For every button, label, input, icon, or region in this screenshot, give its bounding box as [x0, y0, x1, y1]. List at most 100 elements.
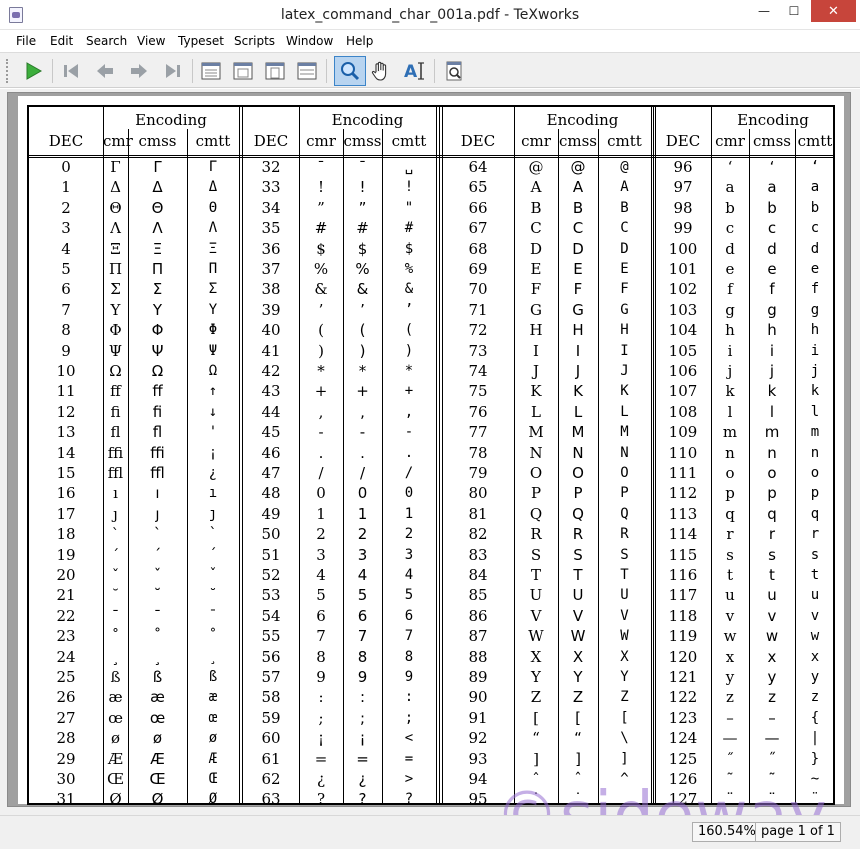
minimize-button[interactable]: — — [750, 0, 778, 22]
cmtt-column-header: cmtt — [195, 132, 231, 150]
cmss-glyph: Γ — [153, 158, 162, 176]
cmr-glyph: ` — [111, 525, 120, 544]
dec-value: 108 — [668, 402, 698, 421]
menu-typeset[interactable]: Typeset — [178, 34, 224, 48]
cmtt-glyph: ß — [208, 669, 218, 685]
dec-value: 115 — [668, 545, 698, 564]
cmtt-glyph: = — [404, 750, 414, 767]
cmtt-glyph: { — [810, 709, 820, 726]
actual-size-button[interactable] — [198, 58, 224, 84]
menu-help[interactable]: Help — [346, 34, 373, 48]
dec-value: 122 — [668, 688, 698, 707]
toolbar-separator — [52, 59, 53, 83]
menu-search[interactable]: Search — [86, 34, 127, 48]
scroll-tool-button[interactable] — [368, 58, 394, 84]
toolbar-separator — [192, 59, 193, 83]
next-page-button[interactable] — [126, 58, 152, 84]
cmss-glyph: l — [769, 402, 775, 421]
dec-value: 89 — [468, 668, 488, 686]
pdf-scroll-area[interactable]: DEC Encoding cmr cmss cmtt 0 Γ Γ Γ 1 Δ Δ Δ 2 Θ Θ Θ 3 Λ Λ Λ 4 Ξ… — [7, 92, 851, 809]
cmr-glyph: ’ — [318, 300, 324, 319]
cmss-glyph: ’ — [360, 300, 365, 319]
cmtt-glyph: U — [620, 587, 629, 604]
cmr-glyph: 7 — [316, 627, 326, 646]
cmr-glyph: D — [529, 239, 543, 258]
cmss-glyph: K — [573, 382, 583, 401]
cmr-glyph: r — [726, 525, 734, 544]
cmss-glyph: h — [767, 321, 777, 340]
cmtt-glyph: ' — [208, 424, 218, 441]
cmr-glyph: + — [314, 382, 328, 401]
cmr-glyph: æ — [108, 688, 123, 707]
toolbar-grip[interactable] — [6, 59, 10, 83]
cmr-glyph: l — [727, 402, 733, 421]
cmr-glyph: X — [530, 647, 542, 666]
dec-value: 66 — [468, 198, 488, 217]
dec-value: 62 — [261, 770, 281, 788]
fit-page-button[interactable] — [262, 58, 288, 84]
cmr-glyph: z — [726, 688, 734, 707]
dec-value: 29 — [56, 749, 76, 768]
cmtt-column-header: cmtt — [607, 132, 642, 150]
fit-width-button[interactable] — [230, 58, 256, 84]
dec-value: 54 — [261, 606, 281, 625]
cmr-glyph: c — [725, 219, 735, 238]
menu-file[interactable]: File — [16, 34, 36, 48]
dec-value: 90 — [468, 688, 488, 707]
cmr-glyph: ¸ — [111, 647, 120, 666]
cmtt-glyph: Y — [620, 669, 629, 685]
cmss-glyph: œ — [149, 708, 166, 727]
cmtt-glyph: D — [620, 240, 629, 257]
close-button[interactable]: ✕ — [811, 0, 856, 22]
prev-page-button[interactable] — [92, 58, 118, 84]
menu-scripts[interactable]: Scripts — [234, 34, 275, 48]
dec-value: 12 — [56, 402, 76, 421]
menu-view[interactable]: View — [137, 34, 165, 48]
cmr-column-header: cmr — [715, 132, 745, 150]
typeset-button[interactable] — [20, 58, 46, 84]
cmr-glyph: œ — [108, 708, 123, 727]
dec-value: 73 — [468, 341, 488, 360]
cmss-glyph: ! — [359, 178, 366, 197]
dec-value: 120 — [668, 647, 698, 666]
cmtt-glyph: - — [404, 424, 414, 441]
cmtt-glyph: z — [810, 689, 820, 706]
maximize-button[interactable]: ☐ — [780, 0, 808, 22]
select-text-tool-button[interactable]: A — [402, 58, 428, 84]
dec-value: 22 — [56, 606, 76, 625]
cmr-glyph: ¯ — [111, 606, 120, 625]
fit-window-button[interactable] — [294, 58, 320, 84]
cmtt-glyph: ¿ — [208, 465, 218, 481]
cmtt-glyph: ; — [404, 709, 414, 726]
cmr-glyph: p — [725, 484, 735, 503]
cmss-glyph: ` — [153, 525, 162, 544]
cmtt-glyph: Σ — [208, 281, 218, 298]
last-page-button[interactable] — [160, 58, 186, 84]
menu-window[interactable]: Window — [286, 34, 333, 48]
cmtt-glyph: ( — [404, 322, 414, 339]
cmtt-glyph: Æ — [208, 750, 218, 767]
goto-source-button[interactable] — [441, 58, 467, 84]
zoom-level[interactable]: 160.54% — [692, 822, 762, 842]
dec-value: 23 — [56, 627, 76, 646]
menu-bar: File Edit Search View Typeset Scripts Wi… — [0, 30, 860, 52]
cmss-glyph: T — [573, 566, 583, 584]
cmr-glyph: i — [727, 341, 733, 360]
right-arrow-icon — [131, 64, 147, 78]
cmss-glyph: o — [767, 464, 777, 482]
magnify-tool-button[interactable] — [334, 56, 366, 86]
dec-value: 113 — [668, 504, 698, 523]
menu-edit[interactable]: Edit — [50, 34, 73, 48]
page-indicator[interactable]: page 1 of 1 — [755, 822, 841, 842]
table-header-rule — [29, 155, 833, 156]
cmr-glyph: 4 — [316, 566, 326, 584]
first-page-button[interactable] — [58, 58, 84, 84]
cmss-glyph: Ø — [151, 790, 164, 809]
pdf-viewer: DEC Encoding cmr cmss cmtt 0 Γ Γ Γ 1 Δ Δ Δ 2 Θ Θ Θ 3 Λ Λ Λ 4 Ξ… — [0, 89, 860, 849]
cmss-glyph: Œ — [149, 770, 166, 788]
dec-value: 99 — [673, 219, 693, 238]
dec-value: 28 — [56, 729, 76, 748]
dec-value: 97 — [673, 178, 693, 197]
cmtt-glyph: k — [810, 383, 820, 400]
cmr-glyph: E — [530, 260, 542, 278]
